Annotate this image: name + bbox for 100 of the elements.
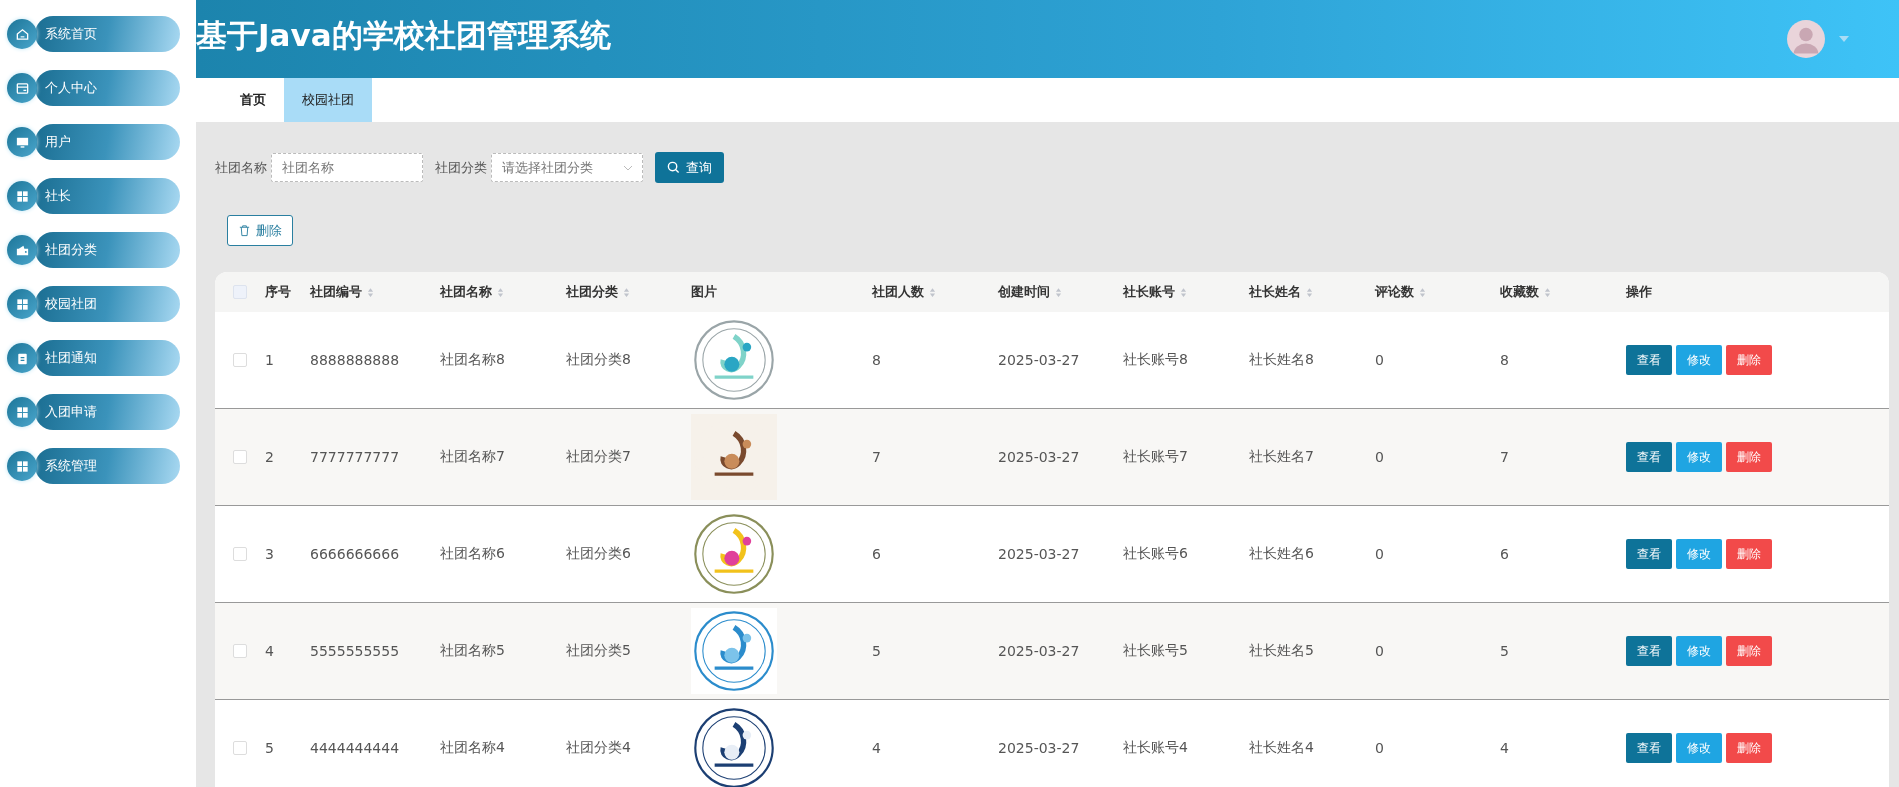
table-cell: 2025-03-27 xyxy=(998,546,1080,562)
sidebar-item[interactable]: 系统管理 xyxy=(35,448,180,484)
search-icon xyxy=(667,161,680,174)
column-header[interactable]: 社长账号 xyxy=(1123,283,1187,301)
column-header[interactable]: 社团分类 xyxy=(566,283,630,301)
action-button[interactable]: 查看 xyxy=(1626,636,1672,666)
avatar[interactable] xyxy=(1787,20,1825,58)
sidebar-item[interactable]: 用户 xyxy=(35,124,180,160)
table-cell: 8 xyxy=(1500,352,1509,368)
table-cell: 2025-03-27 xyxy=(998,352,1080,368)
table-cell: 5555555555 xyxy=(310,643,400,659)
table-cell: 1 xyxy=(265,352,274,368)
action-button[interactable]: 查看 xyxy=(1626,345,1672,375)
action-button[interactable]: 修改 xyxy=(1676,442,1722,472)
action-button[interactable]: 修改 xyxy=(1676,636,1722,666)
sidebar-item[interactable]: 个人中心 xyxy=(35,70,180,106)
table-cell: 社长账号6 xyxy=(1123,545,1188,563)
column-header[interactable]: 评论数 xyxy=(1375,283,1426,301)
sidebar-item[interactable]: 校园社团 xyxy=(35,286,180,322)
grid-icon xyxy=(14,404,30,420)
column-header: 操作 xyxy=(1626,283,1652,301)
table-cell: 社团名称5 xyxy=(440,642,505,660)
delete-button[interactable]: 删除 xyxy=(227,215,293,246)
table-cell: 社长姓名4 xyxy=(1249,739,1314,757)
select-field[interactable]: 请选择社团分类 xyxy=(491,153,643,182)
sort-icon[interactable] xyxy=(1419,286,1426,298)
sort-icon[interactable] xyxy=(1306,286,1313,298)
checkbox[interactable] xyxy=(233,285,247,299)
sidebar-item[interactable]: 系统首页 xyxy=(35,16,180,52)
search-button[interactable]: 查询 xyxy=(655,152,724,183)
sort-icon[interactable] xyxy=(623,286,630,298)
table-cell: 6666666666 xyxy=(310,546,400,562)
table-cell: 4 xyxy=(265,643,274,659)
column-header: 序号 xyxy=(265,283,291,301)
grid-icon xyxy=(14,296,30,312)
trash-icon xyxy=(238,224,251,237)
checkbox[interactable] xyxy=(233,450,247,464)
sort-icon[interactable] xyxy=(929,286,936,298)
table-cell: 社长姓名7 xyxy=(1249,448,1314,466)
checkbox[interactable] xyxy=(233,353,247,367)
grid-icon xyxy=(14,188,30,204)
sort-icon[interactable] xyxy=(1055,286,1062,298)
table-cell: 7 xyxy=(1500,449,1509,465)
chevron-icon[interactable] xyxy=(623,165,633,171)
table-cell: 社长账号8 xyxy=(1123,351,1188,369)
table-cell: 4 xyxy=(1500,740,1509,756)
sidebar-item[interactable]: 社团通知 xyxy=(35,340,180,376)
caret-icon[interactable] xyxy=(1839,36,1849,42)
field-label: 社团分类 xyxy=(435,158,487,177)
column-header[interactable]: 社团人数 xyxy=(872,283,936,301)
table-cell: 社团名称4 xyxy=(440,739,505,757)
checkbox[interactable] xyxy=(233,644,247,658)
table-cell: 社团名称7 xyxy=(440,448,505,466)
action-button[interactable]: 修改 xyxy=(1676,733,1722,763)
sort-icon[interactable] xyxy=(1180,286,1187,298)
table-cell: 5 xyxy=(1500,643,1509,659)
action-button[interactable]: 查看 xyxy=(1626,539,1672,569)
table-cell: 6 xyxy=(1500,546,1509,562)
table-cell: 5 xyxy=(265,740,274,756)
tab[interactable]: 校园社团 xyxy=(284,78,372,122)
checkbox[interactable] xyxy=(233,547,247,561)
column-header[interactable]: 收藏数 xyxy=(1500,283,1551,301)
app-title: 基于Java的学校社团管理系统 xyxy=(196,16,611,55)
table-cell: 2025-03-27 xyxy=(998,643,1080,659)
action-button[interactable]: 修改 xyxy=(1676,539,1722,569)
table-cell: 社团名称6 xyxy=(440,545,505,563)
action-button[interactable]: 修改 xyxy=(1676,345,1722,375)
sort-icon[interactable] xyxy=(367,286,374,298)
checkbox[interactable] xyxy=(233,741,247,755)
column-header[interactable]: 创建时间 xyxy=(998,283,1062,301)
table-cell: 8 xyxy=(872,352,881,368)
table-cell: 社团分类5 xyxy=(566,642,631,660)
action-button[interactable]: 删除 xyxy=(1726,345,1772,375)
table-cell: 7777777777 xyxy=(310,449,400,465)
column-header[interactable]: 社团编号 xyxy=(310,283,374,301)
table-cell: 2025-03-27 xyxy=(998,740,1080,756)
action-button[interactable]: 删除 xyxy=(1726,733,1772,763)
table-cell: 社团名称8 xyxy=(440,351,505,369)
sidebar-item[interactable]: 社团分类 xyxy=(35,232,180,268)
action-button[interactable]: 删除 xyxy=(1726,539,1772,569)
table-cell: 4444444444 xyxy=(310,740,400,756)
sidebar-item[interactable]: 入团申请 xyxy=(35,394,180,430)
table-cell: 社团分类8 xyxy=(566,351,631,369)
action-button[interactable]: 查看 xyxy=(1626,442,1672,472)
column-header[interactable]: 社长姓名 xyxy=(1249,283,1313,301)
table-cell: 社团分类6 xyxy=(566,545,631,563)
tab[interactable]: 首页 xyxy=(222,78,284,122)
action-button[interactable]: 查看 xyxy=(1626,733,1672,763)
input-field[interactable]: 社团名称 xyxy=(271,153,423,182)
column-header[interactable]: 社团名称 xyxy=(440,283,504,301)
table-cell: 2025-03-27 xyxy=(998,449,1080,465)
sort-icon[interactable] xyxy=(1544,286,1551,298)
table-cell: 6 xyxy=(872,546,881,562)
table-cell: 2 xyxy=(265,449,274,465)
sort-icon[interactable] xyxy=(497,286,504,298)
table-cell: 0 xyxy=(1375,643,1384,659)
field-label: 社团名称 xyxy=(215,158,267,177)
action-button[interactable]: 删除 xyxy=(1726,636,1772,666)
action-button[interactable]: 删除 xyxy=(1726,442,1772,472)
sidebar-item[interactable]: 社长 xyxy=(35,178,180,214)
